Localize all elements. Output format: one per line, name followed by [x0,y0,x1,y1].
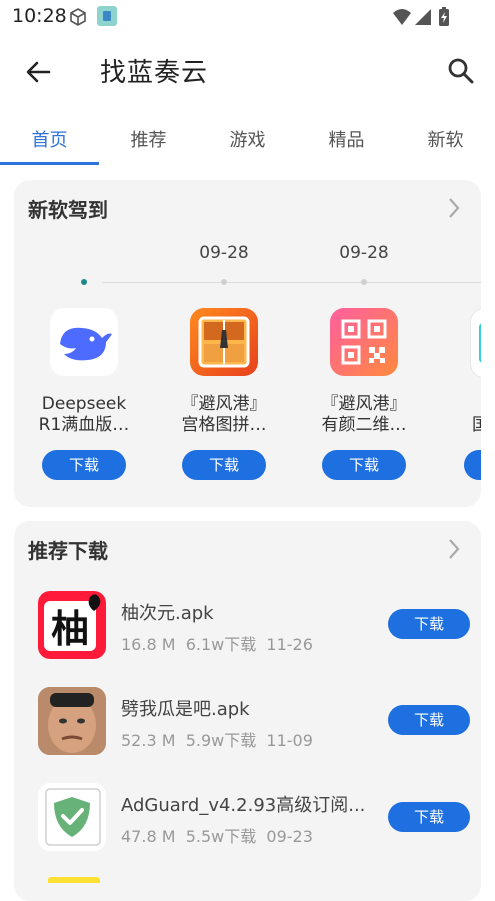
timeline-date: 09-28 [199,243,249,263]
download-button[interactable]: 下载 [182,450,266,480]
tab-featured[interactable]: 精品 [297,126,396,152]
wifi-icon [393,9,411,25]
tab-games[interactable]: 游戏 [198,126,297,152]
tab-new-software[interactable]: 新软 [396,126,495,152]
signal-icon [415,9,431,25]
recommended-card: 推荐下载 柚 柚次元.apk 16.8 M 6.1w下载 11-26 下载 劈我… [14,521,481,901]
chevron-right-icon[interactable] [447,196,461,224]
recommended-title: 推荐下载 [28,539,108,563]
timeline-line [102,282,481,283]
new-arrivals-title: 新软驾到 [28,198,108,222]
battery-icon [439,7,449,26]
download-button[interactable]: 下载 [42,450,126,480]
qr-code-icon [330,308,398,376]
app-name: 劈我瓜是吧.apk [121,699,250,720]
tab-bar: 首页 推荐 游戏 精品 新软 [0,112,495,166]
timeline-dot [361,279,367,285]
adguard-shield-icon [38,783,106,851]
status-time: 10:28 [12,5,67,27]
timeline-dot [221,279,227,285]
youciyuan-app-icon: 柚 [38,591,106,659]
svg-text:柚: 柚 [51,607,89,651]
search-icon[interactable] [447,57,475,89]
page-title: 找蓝奏云 [100,58,209,88]
new-arrivals-card: 新软驾到 09-28 09-28 Deepseek R1满血版… 下载 『避风港』… [14,180,481,507]
deepseek-whale-icon [50,308,118,376]
app-meta: 47.8 M 5.5w下载 09-23 [121,827,313,846]
status-icons [391,6,461,32]
download-button[interactable]: 下载 [388,705,470,735]
new-app-name: Deepseek R1满血版… [38,394,130,435]
app-name: 柚次元.apk [121,603,214,624]
cube-icon [68,7,88,31]
app-bar: 找蓝奏云 [0,40,495,104]
app-notification-icon [97,6,117,26]
app-icon [48,877,100,883]
chevron-right-icon[interactable] [447,537,461,565]
new-app-name: 『避风港』 宫格图拼… [181,394,267,435]
app-icon [470,308,481,378]
tab-indicator [0,162,99,165]
new-app-name: 『避风港』 有颜二维… [321,394,407,435]
tab-home[interactable]: 首页 [0,126,99,152]
back-arrow-icon[interactable] [24,58,52,90]
timeline-date: 09-28 [339,243,389,263]
new-app-name: 『避国外 [472,394,481,435]
download-button[interactable]: 下载 [388,609,470,639]
app-meta: 16.8 M 6.1w下载 11-26 [121,635,313,654]
download-button[interactable]: 下载 [388,802,470,832]
tab-recommend[interactable]: 推荐 [99,126,198,152]
meme-face-app-icon [38,687,106,755]
download-button[interactable] [464,450,481,480]
timeline-dot-active [81,279,87,285]
app-name: AdGuard_v4.2.93高级订阅... [121,795,366,816]
download-button[interactable]: 下载 [322,450,406,480]
app-meta: 52.3 M 5.9w下载 11-09 [121,731,313,750]
photo-grid-icon [190,308,258,376]
status-bar: 10:28 [0,0,495,34]
